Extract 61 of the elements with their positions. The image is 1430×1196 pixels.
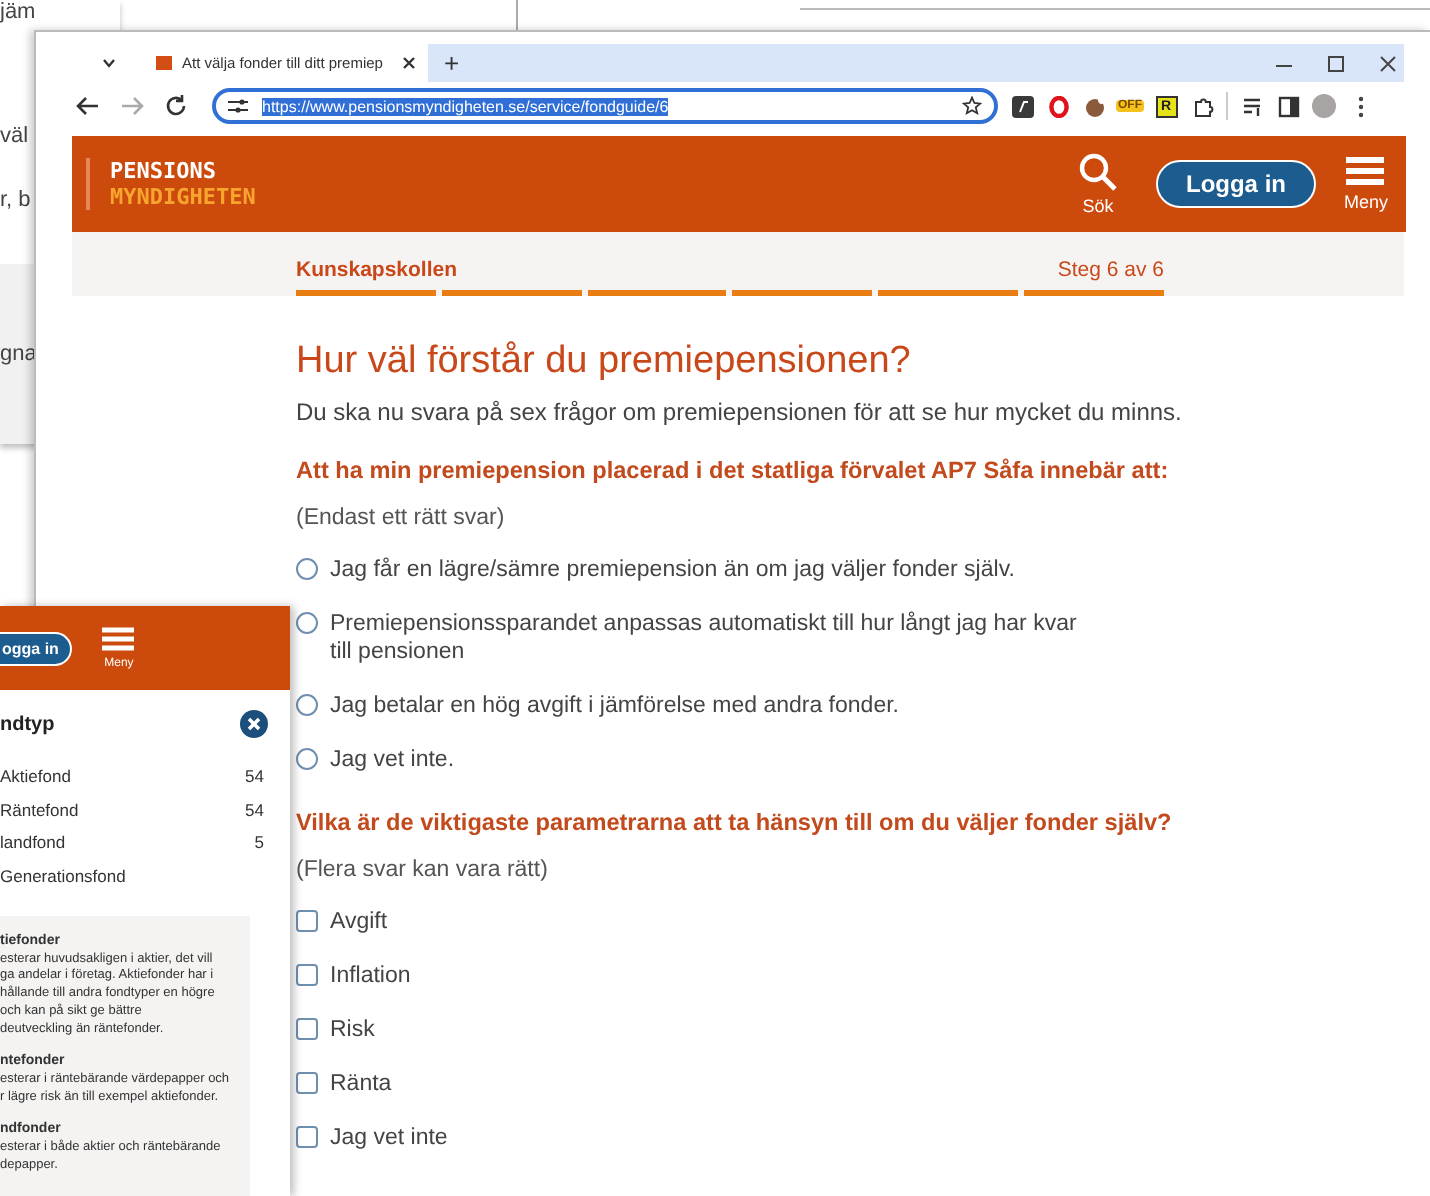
filter-option[interactable]: Aktiefond (0, 766, 71, 799)
more-icon[interactable] (1357, 95, 1363, 117)
close-icon[interactable] (402, 56, 416, 70)
radio-button[interactable] (296, 748, 318, 770)
chevron-down-icon[interactable] (101, 58, 115, 68)
filter-count: 54 (245, 766, 264, 790)
filter-option[interactable]: landfond (0, 832, 66, 865)
option-label[interactable]: Jag får en lägre/sämre premiepension än om jag väljer fonder själv. (330, 556, 1015, 584)
option-label[interactable]: Jag vet inte. (330, 746, 455, 774)
close-icon[interactable] (1380, 55, 1396, 71)
star-icon[interactable] (962, 96, 982, 116)
filter-option[interactable]: Räntefond (0, 799, 79, 832)
background-text: väl (0, 124, 31, 148)
checkbox[interactable] (296, 1126, 318, 1148)
option-label[interactable]: Premiepensionssparandet anpassas automatiskt till hur långt jag har kvar till pensionen (330, 610, 1096, 666)
menu-icon (102, 626, 135, 652)
option-label[interactable]: Jag betalar en hög avgift i jämförelse med andra fonder. (330, 692, 899, 720)
radio-button[interactable] (296, 612, 318, 634)
close-icon[interactable] (240, 710, 268, 738)
menu-icon (1346, 156, 1385, 186)
menu-button[interactable]: Meny (1343, 156, 1388, 212)
background-text: jäm (0, 0, 38, 24)
option-label[interactable]: Avgift (330, 908, 388, 936)
filter-count: 54 (245, 799, 264, 823)
checkbox[interactable] (296, 910, 318, 932)
site-logo[interactable]: PENSIONS MYNDIGHETEN (86, 158, 256, 210)
hint-text: (Endast ett rätt svar) (296, 506, 507, 530)
progress-title: Kunskapskollen (296, 258, 458, 282)
login-button[interactable]: ogga in (0, 631, 73, 665)
side-panel-icon[interactable] (1277, 95, 1299, 117)
search-button[interactable]: Sök (1077, 152, 1118, 216)
login-button[interactable]: Logga in (1155, 160, 1316, 208)
intro-text: Du ska nu svara på sex frågor om premiepensionen för att se hur mycket du minns. (296, 398, 1184, 426)
filter-count: 5 (254, 832, 264, 856)
page-heading: Hur väl förstår du premiepensionen? (296, 340, 913, 384)
filter-title: ndtyp (0, 713, 55, 735)
step-counter: Steg 6 av 6 (1057, 258, 1164, 282)
filter-option[interactable]: Generationsfond (0, 865, 126, 898)
option-label[interactable]: Jag vet inte (330, 1124, 448, 1152)
puzzle-icon[interactable] (1191, 95, 1213, 117)
checkbox[interactable] (296, 1072, 318, 1094)
question-text: Vilka är de viktigaste parametrarna att ta hänsyn till om du väljer fonder själv? (296, 808, 1174, 836)
option-label[interactable]: Ränta (330, 1070, 392, 1098)
checkbox[interactable] (296, 964, 318, 986)
option-label[interactable]: Inflation (330, 962, 411, 990)
hint-text: (Flera svar kan vara rätt) (296, 858, 550, 882)
radio-button[interactable] (296, 558, 318, 580)
radio-button[interactable] (296, 694, 318, 716)
reading-list-icon[interactable] (1241, 95, 1263, 117)
maximize-icon[interactable] (1328, 55, 1344, 71)
question-text: Att ha min premiepension placerad i det statliga förvalet AP7 Såfa innebär att: (296, 456, 1171, 484)
ring-icon[interactable] (1047, 95, 1069, 117)
checkbox[interactable] (296, 1018, 318, 1040)
extension-icon[interactable] (1011, 95, 1033, 117)
search-icon (1077, 152, 1118, 192)
cookie-icon[interactable] (1083, 95, 1105, 117)
new-tab-button[interactable]: + (444, 48, 460, 78)
favicon-icon (156, 56, 172, 70)
site-settings-icon[interactable] (228, 98, 248, 114)
address-bar[interactable]: https://www.pensionsmyndigheten.se/service/fondguide/6 (212, 88, 998, 124)
option-label[interactable]: Risk (330, 1016, 375, 1044)
